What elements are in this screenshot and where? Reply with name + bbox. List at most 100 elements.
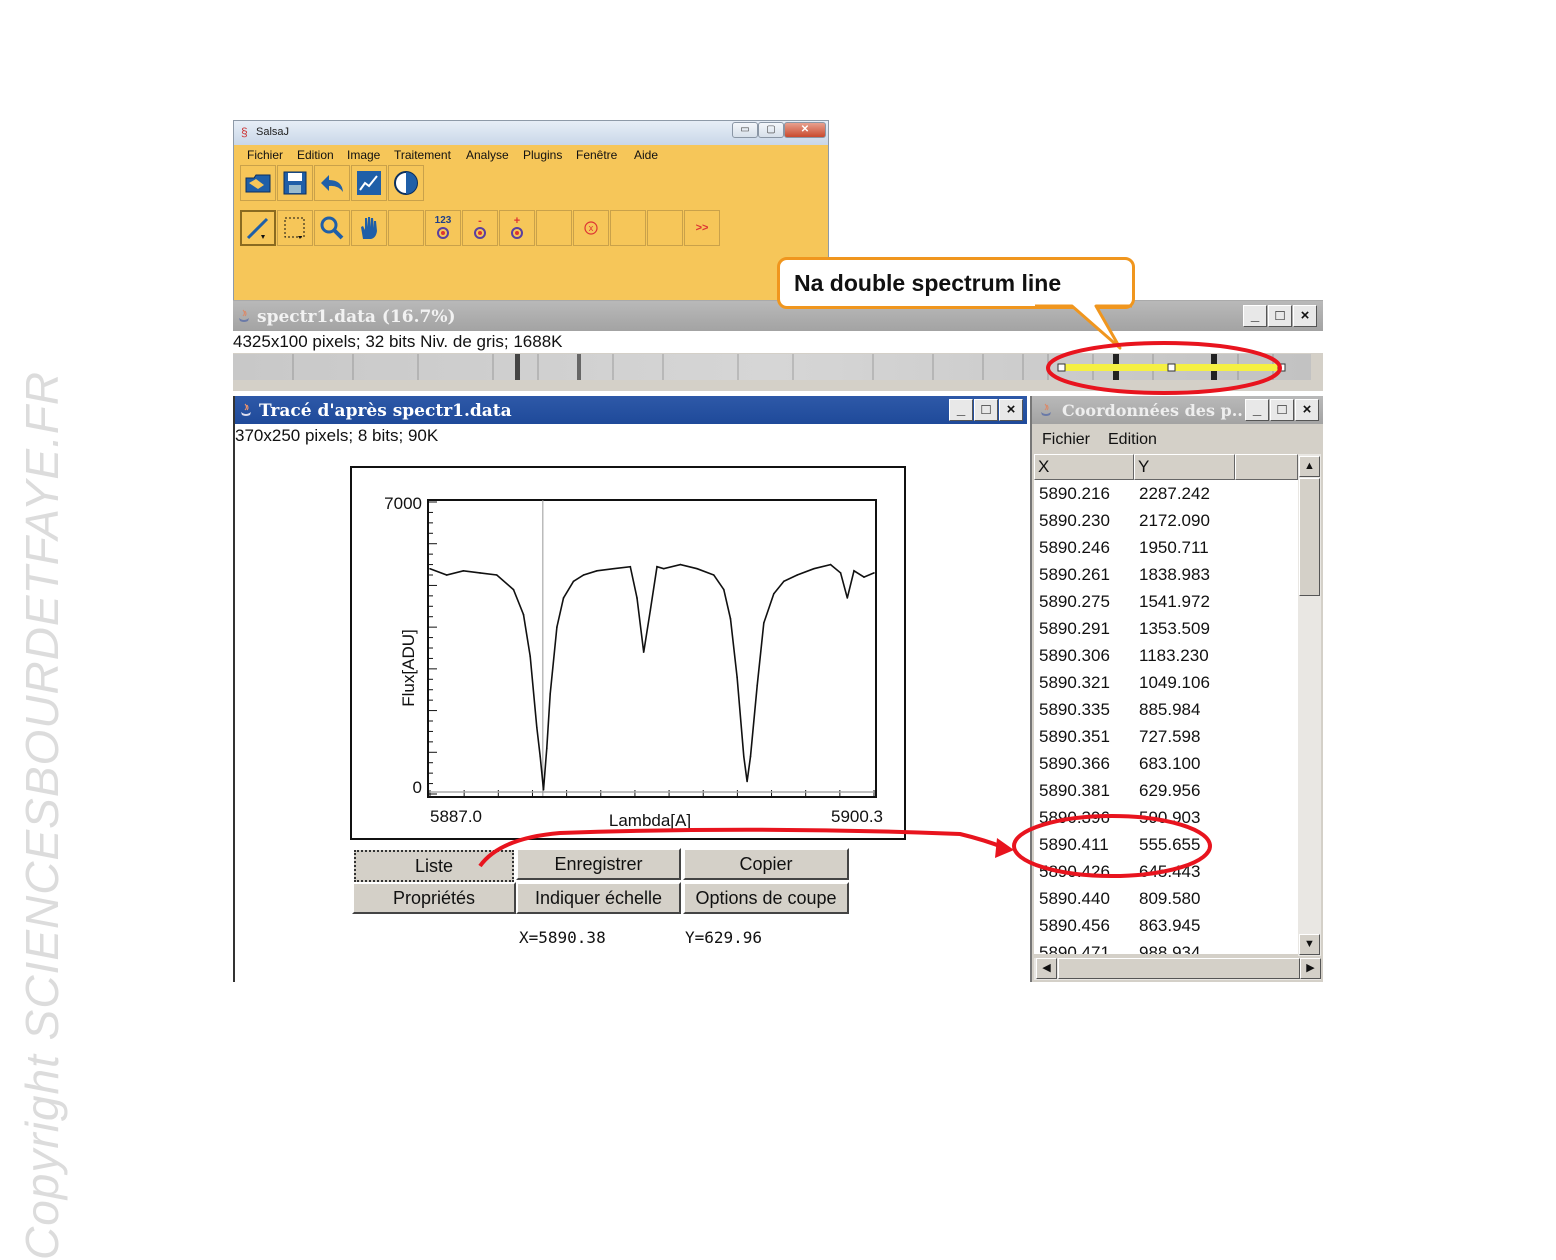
minimize-button[interactable]: _ — [1245, 399, 1269, 421]
scroll-left-arrow[interactable]: ◀ — [1036, 958, 1057, 979]
spectrum-titlebar[interactable]: spectr1.data (16.7%) _ □ × — [233, 301, 1323, 331]
salsaj-window: § SalsaJ ▭ ▢ ✕ Fichier Edition Image Tra… — [233, 120, 829, 302]
maximize-button[interactable]: □ — [1268, 305, 1292, 327]
table-row[interactable]: 5890.411 555.655 — [1034, 833, 1298, 859]
cell-y: 2287.242 — [1139, 484, 1210, 503]
line-tool-icon[interactable] — [240, 210, 276, 246]
menu-edition[interactable]: Edition — [297, 148, 334, 162]
table-row[interactable]: 5890.381 629.956 — [1034, 779, 1298, 805]
cell-y: 2172.090 — [1139, 511, 1210, 530]
hand-icon[interactable] — [351, 210, 387, 246]
plot-titlebar[interactable]: Tracé d'après spectr1.data _ □ × — [235, 396, 1027, 424]
close-button[interactable]: × — [1293, 305, 1317, 327]
empty-tool-slot — [610, 210, 646, 246]
menu-analyse[interactable]: Analyse — [466, 148, 509, 162]
table-row[interactable]: 5890.306 1183.230 — [1034, 644, 1298, 670]
menu-image[interactable]: Image — [347, 148, 380, 162]
table-row[interactable]: 5890.366 683.100 — [1034, 752, 1298, 778]
close-button[interactable]: × — [1295, 399, 1319, 421]
close-button[interactable]: × — [999, 399, 1023, 421]
close-button[interactable]: ✕ — [784, 122, 826, 138]
menu-traitement[interactable]: Traitement — [394, 148, 451, 162]
maximize-button[interactable]: □ — [974, 399, 998, 421]
cell-y: 885.984 — [1139, 700, 1201, 719]
table-row[interactable]: 5890.230 2172.090 — [1034, 509, 1298, 535]
table-row[interactable]: 5890.396 590.903 — [1034, 806, 1298, 832]
minimize-button[interactable]: ▭ — [732, 122, 758, 138]
vertical-scrollbar[interactable]: ▲ ▼ — [1298, 454, 1321, 956]
scroll-thumb[interactable] — [1299, 478, 1320, 596]
copier-button[interactable]: Copier — [683, 848, 849, 880]
data-point — [536, 726, 538, 729]
table-row[interactable]: 5890.291 1353.509 — [1034, 617, 1298, 643]
data-point — [679, 563, 682, 566]
indiquer-echelle-button[interactable]: Indiquer échelle — [516, 882, 681, 914]
cell-y: 809.580 — [1139, 889, 1201, 908]
h-scroll-thumb[interactable] — [1058, 958, 1300, 979]
proprietes-button[interactable]: Propriétés — [352, 882, 516, 914]
data-point — [796, 574, 799, 576]
table-row[interactable]: 5890.471 988.934 — [1034, 941, 1298, 954]
table-row[interactable]: 5890.216 2287.242 — [1034, 482, 1298, 508]
table-row[interactable]: 5890.275 1541.972 — [1034, 590, 1298, 616]
table-row[interactable]: 5890.335 885.984 — [1034, 698, 1298, 724]
rectangle-tool-icon[interactable] — [277, 210, 313, 246]
coordinates-titlebar[interactable]: Coordonnées des p... _ □ × — [1032, 396, 1323, 424]
data-point — [546, 747, 548, 749]
data-point — [749, 755, 752, 758]
coordinates-table[interactable]: X Y 5890.216 2287.242 5890.230 2172.090 5890… — [1034, 454, 1298, 954]
column-header-x[interactable]: X — [1034, 454, 1134, 480]
maximize-button[interactable]: ▢ — [758, 122, 784, 138]
menu-plugins[interactable]: Plugins — [523, 148, 562, 162]
minimize-button[interactable]: _ — [1243, 305, 1267, 327]
more-tools-icon[interactable]: >> — [684, 210, 720, 246]
empty-tool-slot — [536, 210, 572, 246]
data-point — [829, 563, 832, 566]
salsaj-titlebar[interactable]: § SalsaJ ▭ ▢ ✕ — [234, 121, 828, 145]
options-coupe-button[interactable]: Options de coupe — [683, 882, 849, 914]
java-icon — [241, 403, 251, 416]
data-point — [656, 565, 658, 568]
zoom-icon[interactable] — [314, 210, 350, 246]
horizontal-scrollbar[interactable]: ◀ ▶ — [1034, 958, 1321, 980]
table-row[interactable]: 5890.246 1950.711 — [1034, 536, 1298, 562]
menu-edition[interactable]: Edition — [1108, 431, 1157, 449]
enregistrer-button[interactable]: Enregistrer — [516, 848, 681, 880]
scroll-up-arrow[interactable]: ▲ — [1299, 456, 1320, 477]
plot-icon[interactable] — [351, 165, 387, 201]
spectrum-strip-image[interactable] — [233, 354, 1311, 380]
menu-fichier[interactable]: Fichier — [247, 148, 283, 162]
data-point — [813, 567, 815, 570]
open-icon[interactable] — [240, 165, 276, 201]
scroll-right-arrow[interactable]: ▶ — [1300, 958, 1321, 979]
menu-fenetre[interactable]: Fenêtre — [576, 148, 617, 162]
undo-icon[interactable] — [314, 165, 350, 201]
save-icon[interactable] — [277, 165, 313, 201]
measure-123-icon[interactable]: 123 — [425, 210, 461, 246]
menu-fichier[interactable]: Fichier — [1042, 431, 1090, 449]
cell-x: 5890.440 — [1039, 889, 1110, 908]
plus-point-icon[interactable]: + — [499, 210, 535, 246]
table-row[interactable]: 5890.440 809.580 — [1034, 887, 1298, 913]
cell-y: 555.655 — [1139, 835, 1201, 854]
data-point — [746, 780, 748, 783]
data-point — [596, 570, 598, 572]
table-row[interactable]: 5890.351 727.598 — [1034, 725, 1298, 751]
maximize-button[interactable]: □ — [1270, 399, 1294, 421]
table-row[interactable]: 5890.456 863.945 — [1034, 914, 1298, 940]
data-point — [445, 574, 448, 576]
minus-point-icon[interactable]: - — [462, 210, 498, 246]
minimize-button[interactable]: _ — [949, 399, 973, 421]
scroll-down-arrow[interactable]: ▼ — [1299, 934, 1320, 955]
liste-button[interactable]: Liste — [354, 850, 514, 882]
table-row[interactable]: 5890.426 645.443 — [1034, 860, 1298, 886]
spectrum-plot[interactable]: 7000 0 5887.0 5900.3 Lambda[A] Flux[ADU] — [352, 468, 904, 838]
plot-title: Tracé d'après spectr1.data — [259, 401, 512, 421]
cell-y: 988.934 — [1139, 943, 1201, 954]
table-row[interactable]: 5890.261 1838.983 — [1034, 563, 1298, 589]
table-row[interactable]: 5890.321 1049.106 — [1034, 671, 1298, 697]
contrast-icon[interactable] — [388, 165, 424, 201]
menu-aide[interactable]: Aide — [634, 148, 658, 162]
column-header-y[interactable]: Y — [1134, 454, 1235, 480]
clear-points-icon[interactable]: x — [573, 210, 609, 246]
